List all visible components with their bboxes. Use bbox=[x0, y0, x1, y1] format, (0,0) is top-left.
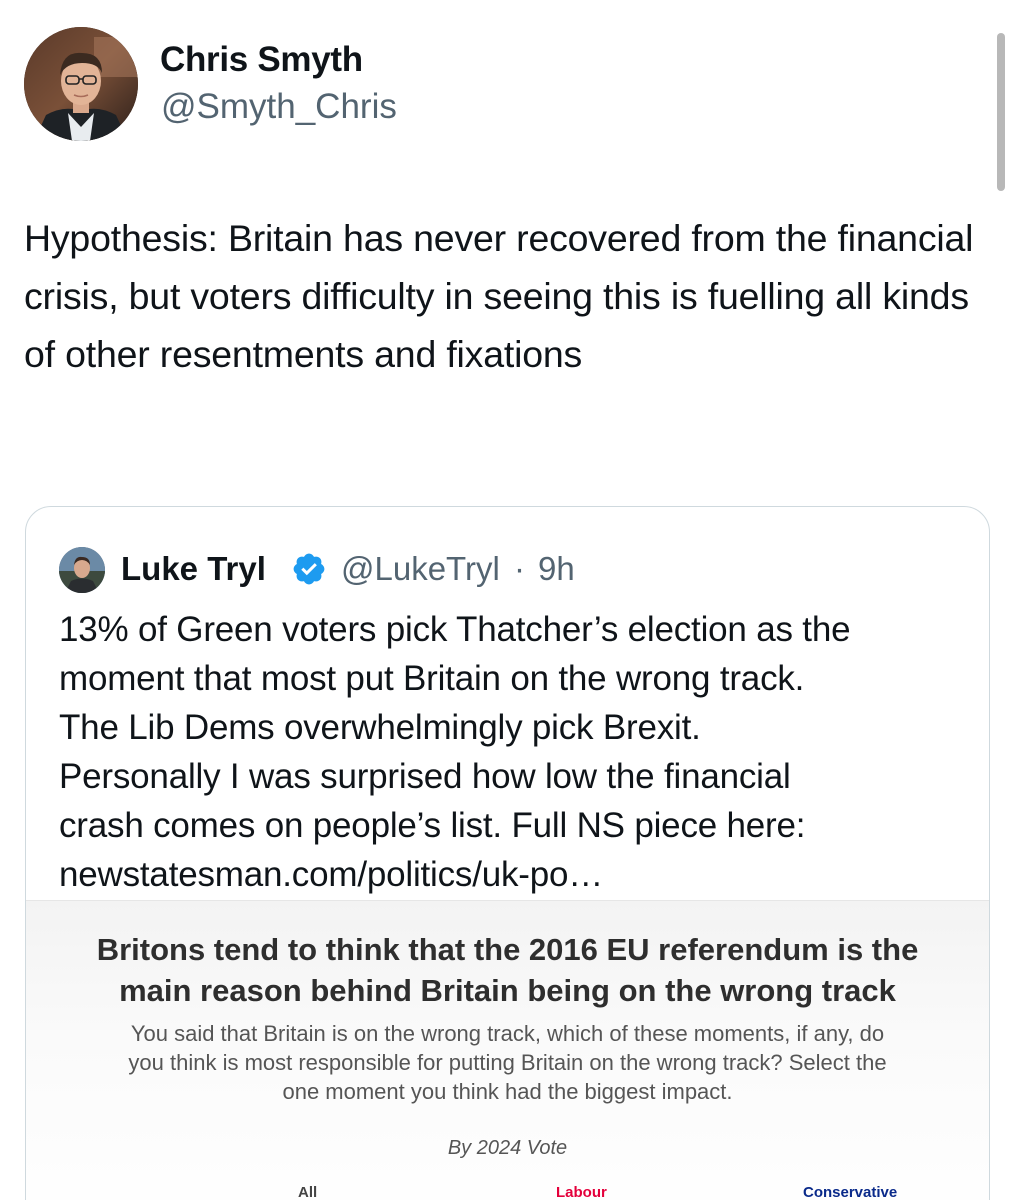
column-header-labour: Labour bbox=[556, 1184, 607, 1200]
quoted-tweet-card[interactable]: Luke Tryl @LukeTryl · 9h 13% of Green vo… bbox=[25, 506, 990, 1200]
quoted-text-line: Personally I was surprised how low the f… bbox=[59, 757, 791, 796]
quoted-text-line: The Lib Dems overwhelmingly pick Brexit. bbox=[59, 708, 701, 747]
quoted-author-avatar[interactable] bbox=[59, 547, 105, 593]
embed-title-line: main reason behind Britain being on the … bbox=[119, 973, 896, 1008]
quoted-link[interactable]: newstatesman.com/politics/uk-po… bbox=[59, 850, 974, 899]
embed-title: Britons tend to think that the 2016 EU r… bbox=[26, 929, 989, 1011]
quoted-text-line: moment that most put Britain on the wron… bbox=[59, 659, 805, 698]
embed-subtitle-line: you think is most responsible for puttin… bbox=[128, 1050, 887, 1075]
embed-title-line: Britons tend to think that the 2016 EU r… bbox=[96, 932, 919, 967]
quoted-avatar-image bbox=[59, 547, 105, 593]
separator-dot: · bbox=[514, 550, 525, 587]
quoted-text-line: 13% of Green voters pick Thatcher’s elec… bbox=[59, 610, 851, 649]
embedded-chart-image[interactable]: Britons tend to think that the 2016 EU r… bbox=[26, 900, 989, 1200]
column-header-all: All bbox=[298, 1184, 318, 1200]
scrollbar[interactable] bbox=[997, 33, 1005, 191]
quoted-tweet-text: 13% of Green voters pick Thatcher’s elec… bbox=[59, 605, 974, 899]
column-header-conservative: Conservative bbox=[803, 1184, 898, 1200]
author-avatar[interactable] bbox=[24, 27, 138, 141]
author-name[interactable]: Chris Smyth bbox=[160, 40, 363, 80]
quoted-author-name[interactable]: Luke Tryl bbox=[121, 550, 266, 588]
embed-by-line: By 2024 Vote bbox=[447, 1137, 568, 1159]
quoted-timestamp[interactable]: 9h bbox=[538, 550, 575, 588]
embed-subtitle-line: You said that Britain is on the wrong tr… bbox=[130, 1021, 885, 1046]
tweet-text: Hypothesis: Britain has never recovered … bbox=[24, 217, 974, 375]
quoted-author-handle[interactable]: @LukeTryl bbox=[341, 550, 500, 588]
tweet-screen: Chris Smyth @Smyth_Chris Hypothesis: Bri… bbox=[0, 0, 1013, 1200]
author-avatar-image bbox=[24, 27, 138, 141]
embed-subtitle: You said that Britain is on the wrong tr… bbox=[26, 1019, 989, 1106]
quoted-text-line: crash comes on people’s list. Full NS pi… bbox=[59, 806, 806, 845]
verified-badge-icon bbox=[293, 553, 325, 585]
embed-subtitle-line: one moment you think had the biggest imp… bbox=[282, 1079, 733, 1104]
author-handle[interactable]: @Smyth_Chris bbox=[161, 87, 397, 127]
